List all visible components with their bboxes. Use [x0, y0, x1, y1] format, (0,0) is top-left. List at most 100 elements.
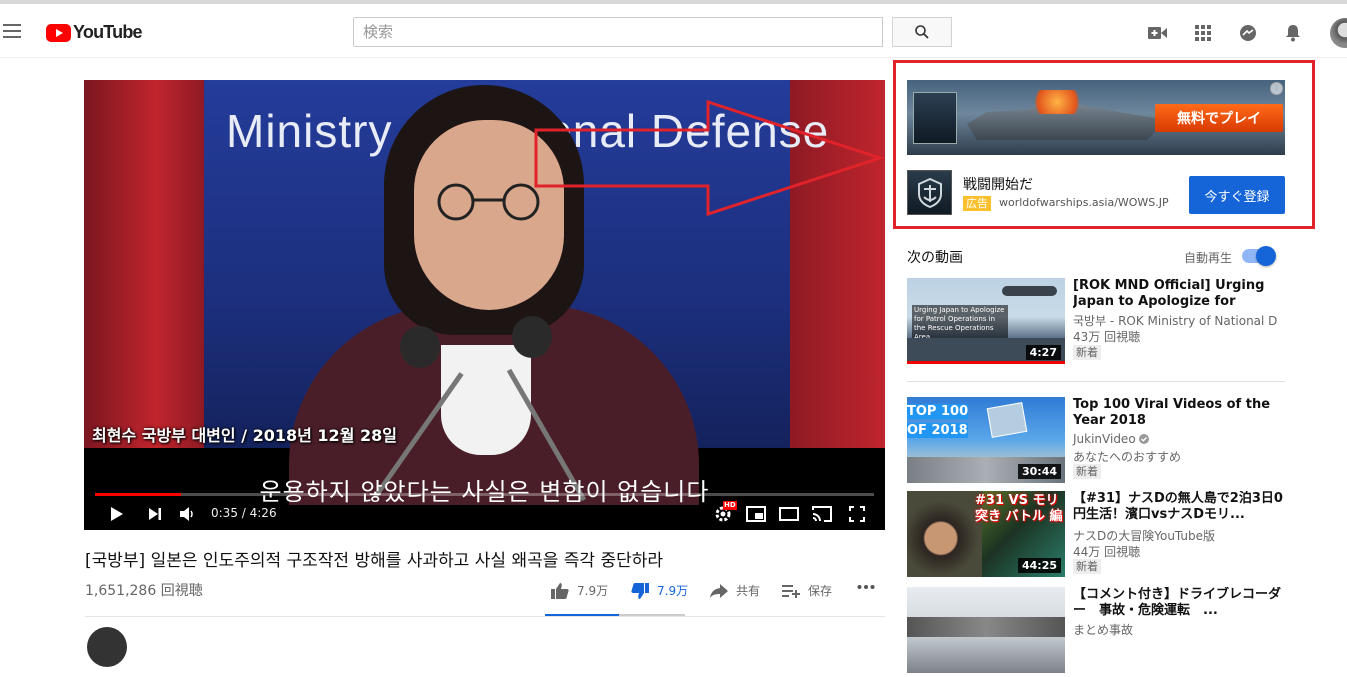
search-button[interactable]: [892, 17, 952, 47]
ad-url[interactable]: worldofwarships.asia/WOWS.JP: [999, 196, 1169, 209]
autoplay-label: 自動再生: [1184, 251, 1233, 265]
recommended-video[interactable]: Urging Japan to Apologize for Patrol Ope…: [907, 278, 1292, 368]
thumbnail-caption: #31 VS モリ突き バトル 編: [975, 493, 1063, 524]
sentiment-bar: [545, 614, 685, 616]
create-video-icon[interactable]: [1148, 23, 1168, 43]
thumbnail-caption: TOP 100 OF 2018: [907, 402, 972, 440]
fullscreen-button[interactable]: [846, 503, 868, 525]
thumbs-down-icon: [631, 582, 649, 599]
channel-name[interactable]: 국방부 - ROK Ministry of National D: [1073, 312, 1277, 329]
dislike-button[interactable]: 7.9万: [631, 582, 688, 599]
play-icon: [111, 507, 123, 521]
video-thumbnail[interactable]: [907, 587, 1065, 673]
channel-name[interactable]: まとめ事故: [1073, 621, 1133, 638]
aircraft-image: [1002, 286, 1057, 296]
progress-bar[interactable]: [95, 493, 874, 496]
video-player[interactable]: Ministry of National Defense 최현수 국방부 대변인…: [84, 80, 885, 530]
time-total: 4:26: [249, 506, 277, 520]
like-button[interactable]: 7.9万: [551, 582, 608, 599]
search-input[interactable]: 検索: [353, 17, 883, 47]
ad-headline[interactable]: 戦闘開始だ: [963, 174, 1033, 194]
volume-icon: [180, 507, 193, 521]
video-thumbnail[interactable]: TOP 100 OF 2018 30:44: [907, 397, 1065, 483]
dislike-count: 7.9万: [657, 584, 689, 598]
flag-left: [84, 80, 204, 448]
messages-icon[interactable]: [1238, 23, 1258, 43]
duration-badge: 4:27: [1025, 345, 1061, 360]
logo-text: YouTube: [73, 22, 143, 42]
ad-banner[interactable]: 無料でプレイ: [907, 80, 1285, 155]
wows-banner-logo-icon: [913, 92, 957, 144]
ad-info-icon[interactable]: i: [1270, 82, 1283, 95]
player-controls: 0:35 / 4:26 HD: [84, 500, 885, 530]
channel-avatar[interactable]: [87, 627, 127, 667]
play-button[interactable]: [108, 503, 126, 525]
watched-progress: [907, 361, 1065, 364]
new-badge: 新着: [1073, 464, 1101, 479]
wows-logo-icon: [907, 170, 952, 215]
recommended-video[interactable]: 【コメント付き】ドライブレコーダー 事故・危険運転 ... まとめ事故: [907, 587, 1292, 677]
recommended-title[interactable]: 【#31】ナスDの無人島で2泊3日0円生活！濱口vsナスDモリ...: [1073, 491, 1283, 523]
flying-object-image: [986, 402, 1028, 438]
view-count: 43万 回視聴: [1073, 330, 1141, 344]
recommended-video[interactable]: #31 VS モリ突き バトル 編 44:25 【#31】ナスDの無人島で2泊3…: [907, 491, 1292, 581]
share-button[interactable]: 共有: [710, 582, 760, 599]
recommended-title[interactable]: 【コメント付き】ドライブレコーダー 事故・危険運転 ...: [1073, 587, 1283, 619]
theater-mode-button[interactable]: [778, 503, 800, 525]
time-display: 0:35 / 4:26: [211, 506, 277, 520]
more-horizontal-icon: [857, 585, 875, 589]
menu-icon[interactable]: [3, 24, 21, 38]
ad-register-button[interactable]: 今すぐ登録: [1189, 176, 1285, 214]
time-separator: /: [237, 506, 250, 520]
hd-badge: HD: [723, 501, 737, 510]
cast-button[interactable]: [811, 503, 833, 525]
duration-badge: 30:44: [1017, 464, 1061, 479]
view-count: 1,651,286 回視聴: [85, 583, 203, 599]
recommended-title[interactable]: Top 100 Viral Videos of the Year 2018: [1073, 397, 1283, 429]
thumbnail-caption-text: TOP 100 OF 2018: [907, 404, 969, 438]
recommended-video[interactable]: TOP 100 OF 2018 30:44 Top 100 Viral Vide…: [907, 397, 1292, 487]
microphone-right-icon: [512, 316, 552, 358]
video-thumbnail[interactable]: Urging Japan to Apologize for Patrol Ope…: [907, 278, 1065, 364]
verified-check-icon: [1139, 434, 1150, 444]
cast-icon: [812, 506, 832, 522]
person-image: [907, 491, 982, 577]
sentiment-fill: [545, 614, 620, 616]
channel-name-text: JukinVideo: [1073, 432, 1136, 446]
video-thumbnail[interactable]: #31 VS モリ突き バトル 編 44:25: [907, 491, 1065, 577]
next-button[interactable]: [147, 503, 163, 525]
explosion-image: [1027, 90, 1087, 114]
miniplayer-button[interactable]: [745, 503, 767, 525]
theater-icon: [779, 507, 799, 521]
list-separator: [907, 381, 1285, 382]
save-button[interactable]: 保存: [782, 582, 832, 599]
up-next-heading: 次の動画: [907, 250, 963, 266]
save-label: 保存: [808, 584, 833, 598]
speaker-shirt: [441, 345, 531, 455]
road-image: [907, 617, 1065, 637]
account-avatar[interactable]: [1330, 18, 1347, 48]
settings-button[interactable]: HD: [712, 501, 737, 525]
notifications-bell-icon[interactable]: [1283, 23, 1303, 43]
time-current: 0:35: [211, 506, 238, 520]
ad-play-free-button[interactable]: 無料でプレイ: [1155, 104, 1283, 132]
apps-grid-icon[interactable]: [1193, 23, 1213, 43]
playlist-add-icon: [782, 584, 800, 598]
channel-name[interactable]: ナスDの大冒険YouTube版: [1073, 527, 1215, 544]
autoplay-toggle[interactable]: [1242, 246, 1276, 266]
ad-badge: 広告: [963, 196, 991, 211]
recommendation-reason: あなたへのおすすめ: [1073, 450, 1182, 464]
channel-name[interactable]: JukinVideo: [1073, 432, 1150, 446]
video-title: [국방부] 일본은 인도주의적 구조작전 방해를 사과하고 사실 왜곡을 즉각 …: [85, 551, 664, 571]
thumbs-up-icon: [551, 582, 569, 599]
search-icon: [915, 25, 929, 39]
like-count: 7.9万: [577, 584, 609, 598]
more-actions-button[interactable]: [857, 584, 875, 590]
youtube-logo[interactable]: YouTube: [46, 22, 143, 43]
view-count: 44万 回視聴: [1073, 545, 1141, 559]
recommended-title[interactable]: [ROK MND Official] Urging Japan to Apolo…: [1073, 278, 1283, 310]
volume-button[interactable]: [178, 503, 196, 525]
info-divider: [85, 616, 885, 617]
toggle-knob: [1256, 246, 1276, 266]
share-arrow-icon: [710, 583, 728, 598]
